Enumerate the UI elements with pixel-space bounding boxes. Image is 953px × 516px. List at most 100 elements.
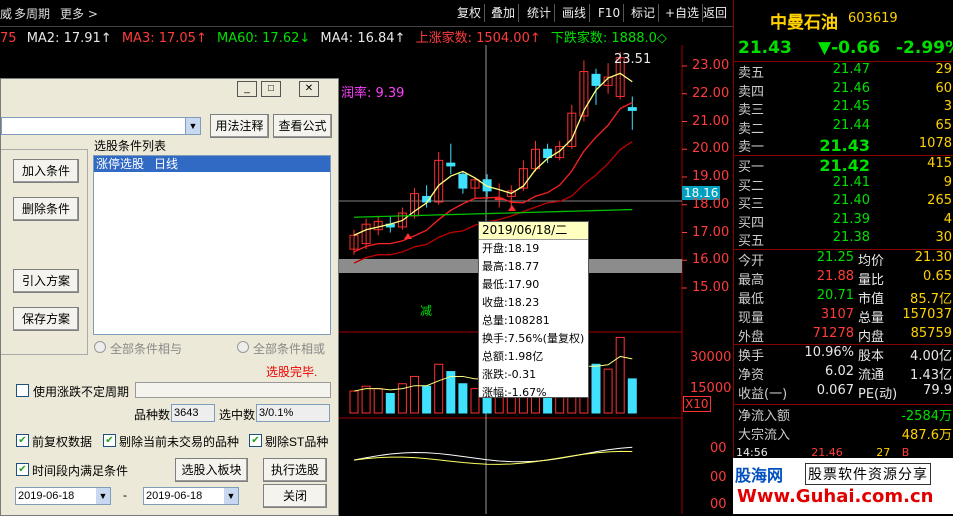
exclude-untraded-checkbox[interactable]: ✔ [103,434,116,447]
calendar-dropdown-icon[interactable]: ▼ [96,488,110,504]
indicator-tick-label: 00 [710,470,727,485]
stat-label: 量比 [858,273,885,288]
ma4-value: MA4: 16.84↑ [320,31,406,46]
menu-item-more[interactable]: 更多 > [60,5,98,22]
add-watchlist-button[interactable]: +自选 [662,4,704,22]
draw-line-button[interactable]: 画线 [559,4,591,22]
restore-icon[interactable]: □ [261,81,281,97]
stat-label: 现量 [738,311,765,326]
ask-row: 卖一 21.43 1078 [736,136,952,155]
calendar-dropdown-icon[interactable]: ▼ [224,488,238,504]
minimize-icon[interactable]: _ [237,81,257,97]
x10-label: X10 [683,396,711,412]
date-from-input[interactable]: 2019-06-18 ▼ [15,487,111,505]
tooltip-change-pct: 涨幅:-1.67% [482,386,547,399]
add-condition-button[interactable]: 加入条件 [13,159,79,183]
stat-value: 157037 [902,307,952,322]
price-tick-label: 16.00 [692,252,730,268]
ma60-value: MA60: 17.62↓ [217,31,311,46]
candle-body [458,173,468,189]
radio-or[interactable] [237,341,249,353]
watermark-banner: 股海网 股票软件资源分享 Www.Guhai.com.cn [733,458,953,514]
prev-adjust-checkbox[interactable]: ✔ [16,434,29,447]
tick-time: 14:56 [736,446,768,458]
condition-list[interactable]: 涨停选股 日线 [93,155,331,335]
ma3-value: MA3: 17.05↑ [121,31,207,46]
watermark-slogan: 股票软件资源分享 [805,463,931,485]
bid-row: 买一 21.42 415 [736,156,952,175]
stat-row: 净资 6.02 流通 1.43亿 [736,364,952,383]
watermark-url: Www.Guhai.com.cn [737,486,934,507]
status-text: 选股完毕. [266,365,318,379]
view-formula-button[interactable]: 查看公式 [273,114,332,138]
time-range-checkbox[interactable]: ✔ [16,463,29,476]
back-button[interactable]: 返回 [700,4,730,22]
condition-select[interactable]: ▼ [1,117,201,135]
price-tick-label: 22.00 [692,85,730,101]
variable-period-checkbox[interactable] [16,384,29,397]
stat-value: 21.25 [816,250,854,265]
stat-label: 外盘 [738,330,765,345]
stat-row: 换手 10.96% 股本 4.00亿 [736,345,952,364]
close-icon[interactable]: ✕ [299,81,319,97]
menu-item-wei[interactable]: 威 [0,5,12,22]
selected-label: 选中数 [219,408,256,422]
exclude-untraded-label: 剔除当前未交易的品种 [119,435,240,449]
delete-condition-button[interactable]: 删除条件 [13,197,79,221]
volume-bar [458,383,468,414]
chevron-down-icon[interactable]: ▼ [185,118,200,134]
import-plan-button[interactable]: 引入方案 [13,269,79,293]
save-plan-button[interactable]: 保存方案 [13,307,79,331]
volume-bar [422,385,432,414]
bid-label: 买二 [738,178,765,194]
ask-label: 卖三 [738,103,765,119]
ask-price: 21.46 [832,80,870,96]
volume-bar [410,375,419,414]
close-button[interactable]: 关闭 [263,484,327,508]
stat-row: 现量 3107 总量 157037 [736,307,952,326]
ask-vol: 60 [935,80,952,96]
run-select-button[interactable]: 执行选股 [263,458,327,482]
tooltip-date: 2019/06/18/二 [479,222,588,240]
stat-value: 79.9 [923,383,952,398]
help-button[interactable]: 用法注释 [210,114,269,138]
stock-count-label: 品种数 [134,408,171,422]
tick-price: 21.46 [811,446,843,458]
selected-field: 3/0.1% [256,404,330,422]
indicator-tick-label: 00 [710,497,727,512]
fuquan-button[interactable]: 复权 [454,4,486,22]
exclude-st-checkbox[interactable]: ✔ [249,434,262,447]
stat-row: 外盘 71278 内盘 85759 [736,326,952,345]
bid-label: 买三 [738,197,765,213]
stat-value: 20.71 [816,288,854,303]
volume-tick-label: 30000 [690,350,732,365]
dialog-titlebar[interactable]: _ □ ✕ [1,79,338,99]
bid-price: 21.40 [832,193,870,209]
ma-indicator-line: 75 MA2: 17.91↑ MA3: 17.05↑ MA60: 17.62↓ … [0,27,690,46]
stat-value: 0.65 [923,269,952,284]
bid-label: 买一 [738,160,765,175]
overlay-button[interactable]: 叠加 [488,4,520,22]
volume-bar [361,385,371,414]
bid-vol: 9 [943,174,952,190]
date-to-input[interactable]: 2019-06-18 ▼ [143,487,239,505]
period-field[interactable] [135,382,331,398]
to-block-button[interactable]: 选股入板块 [175,458,248,482]
stat-value: 21.30 [914,250,952,265]
ma1-value: 75 [0,31,17,46]
f10-button[interactable]: F10 [595,4,625,22]
indicator-line [353,446,633,463]
stock-name: 中曼石油 [770,13,838,33]
tooltip-change: 涨跌:-0.31 [482,368,537,381]
stats-button[interactable]: 统计 [524,4,556,22]
ask-label: 卖五 [738,66,765,81]
quote-panel: 中曼石油 603619 21.43 ▼-0.66 -2.99% 卖五 21.47… [733,0,953,514]
tooltip-turnover: 换手:7.56%(量复权) [482,332,585,345]
mark-button[interactable]: 标记 [628,4,660,22]
menu-item-multi-period[interactable]: 多周期 [14,5,50,22]
price-change-pct: -2.99% [896,38,953,58]
flow-row: 净流入额 -2584万 [736,405,952,424]
radio-and[interactable] [94,341,106,353]
indicator-tick-label: 00 [710,441,727,456]
list-item[interactable]: 涨停选股 日线 [94,156,330,172]
